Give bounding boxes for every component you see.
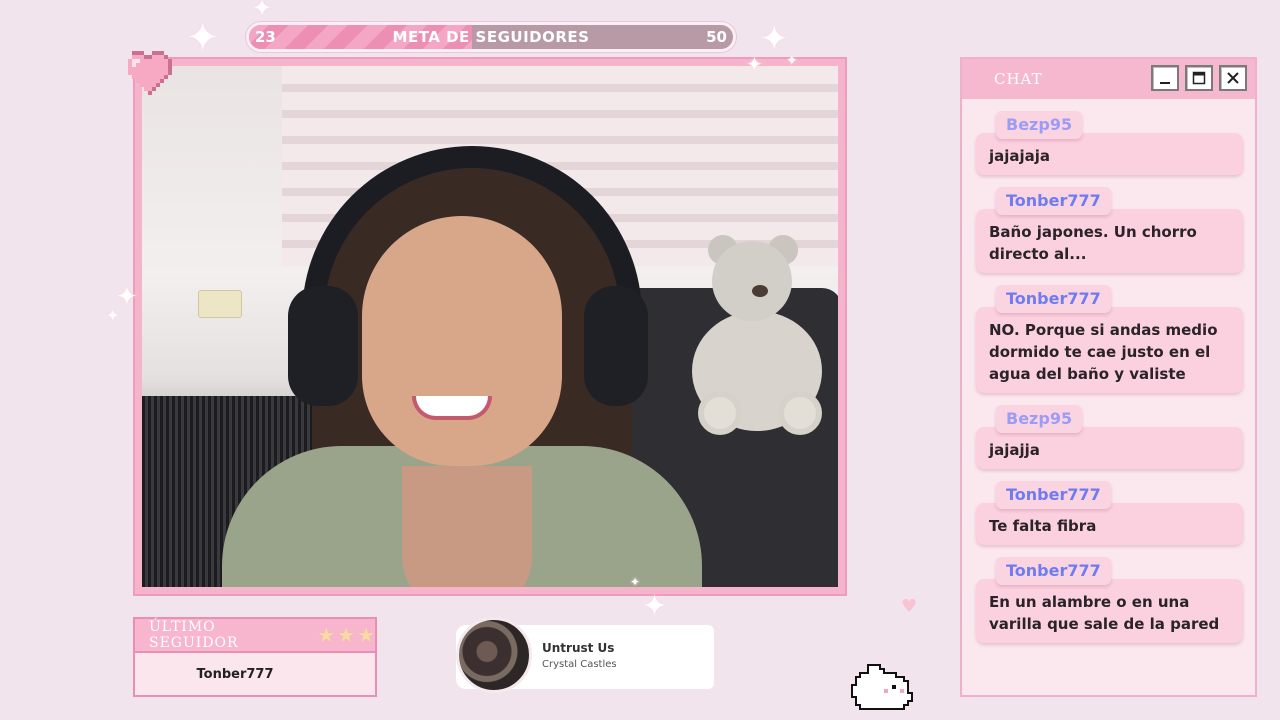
chat-username: Tonber777 — [996, 187, 1111, 215]
chat-message-text: jajajaja — [976, 133, 1243, 175]
sparkle-icon: ✦ — [106, 306, 120, 325]
follower-goal-target: 50 — [706, 28, 727, 46]
chat-message-text: Te falta fibra — [976, 503, 1243, 545]
chat-message-text: NO. Porque si andas medio dormido te cae… — [976, 307, 1243, 393]
sparkle-icon: ✦ — [186, 15, 220, 61]
track-title: Untrust Us — [542, 641, 615, 655]
small-heart-icon: ♥ — [901, 596, 918, 617]
chat-messages: Bezp95 jajajaja Tonber777 Baño japones. … — [962, 101, 1255, 665]
chat-username: Bezp95 — [996, 405, 1083, 433]
close-button[interactable] — [1219, 65, 1247, 91]
star-icon: ★ — [337, 623, 356, 647]
follower-goal-title: META DE SEGUIDORES — [392, 28, 590, 46]
star-icon: ★ — [317, 623, 336, 647]
sparkle-icon: ✦ — [746, 52, 763, 76]
pixel-heart-icon — [124, 50, 172, 96]
minimize-icon — [1160, 82, 1170, 84]
pixel-bunny-icon — [848, 660, 916, 718]
chat-title: CHAT — [994, 70, 1043, 88]
webcam-video — [142, 66, 838, 587]
maximize-icon — [1192, 71, 1206, 85]
chat-message: Tonber777 Te falta fibra — [976, 481, 1243, 545]
track-artist: Crystal Castles — [542, 659, 617, 670]
chat-username: Tonber777 — [996, 481, 1111, 509]
sparkle-icon: ✦ — [786, 53, 798, 69]
last-follower-header: ÚLTIMO SEGUIDOR ★ ★ ★ — [135, 619, 375, 653]
minimize-button[interactable] — [1151, 65, 1179, 91]
sparkle-icon: ✦ — [116, 282, 138, 312]
chat-username: Tonber777 — [996, 285, 1111, 313]
last-follower-name: Tonber777 — [196, 666, 274, 682]
star-icon: ★ — [357, 623, 375, 647]
chat-message-text: Baño japones. Un chorro directo al... — [976, 209, 1243, 273]
chat-message: Tonber777 NO. Porque si andas medio dorm… — [976, 285, 1243, 393]
chat-message: Tonber777 Baño japones. Un chorro direct… — [976, 187, 1243, 273]
webcam-frame — [133, 57, 847, 596]
album-art — [456, 617, 532, 693]
chat-message: Tonber777 En un alambre o en una varilla… — [976, 557, 1243, 643]
follower-goal-bar: 23 META DE SEGUIDORES 50 — [246, 22, 736, 52]
chat-window: CHAT Bezp95 jajajaja Tonber777 Baño japo… — [960, 57, 1257, 697]
close-icon — [1227, 72, 1239, 84]
chat-titlebar: CHAT — [962, 59, 1255, 99]
chat-username: Bezp95 — [996, 111, 1083, 139]
now-playing-widget: Untrust Us Crystal Castles — [456, 617, 714, 693]
chat-message: Bezp95 jajajaja — [976, 111, 1243, 175]
chat-message-text: jajajja — [976, 427, 1243, 469]
last-follower-panel: ÚLTIMO SEGUIDOR ★ ★ ★ Tonber777 — [133, 617, 377, 697]
sparkle-icon: ✦ — [642, 589, 668, 624]
streamer — [222, 146, 702, 587]
chat-message: Bezp95 jajajja — [976, 405, 1243, 469]
chat-message-text: En un alambre o en una varilla que sale … — [976, 579, 1243, 643]
maximize-button[interactable] — [1185, 65, 1213, 91]
sparkle-icon: ✦ — [760, 19, 789, 59]
sparkle-icon: ✦ — [630, 575, 641, 589]
star-rating: ★ ★ ★ — [317, 625, 375, 645]
last-follower-title: ÚLTIMO SEGUIDOR — [149, 619, 239, 651]
sparkle-icon: ✦ — [252, 0, 273, 22]
chat-username: Tonber777 — [996, 557, 1111, 585]
teddy-bear — [682, 235, 838, 441]
